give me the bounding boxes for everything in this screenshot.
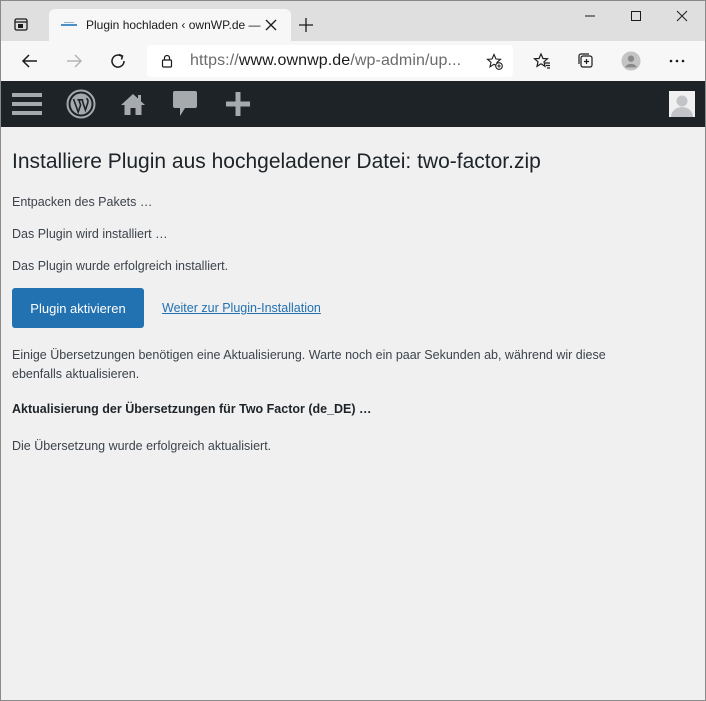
tab-title: Plugin hochladen ‹ ownWP.de —: [86, 18, 261, 32]
page-title: Installiere Plugin aus hochgeladener Dat…: [12, 150, 541, 173]
status-message-installing: Das Plugin wird installiert …: [12, 227, 168, 241]
browser-toolbar: https://www.ownwp.de/wp-admin/up...: [1, 41, 705, 81]
close-tab-icon[interactable]: [265, 19, 277, 31]
collections-icon[interactable]: [576, 51, 596, 71]
status-message-unpack: Entpacken des Pakets …: [12, 195, 153, 209]
menu-icon[interactable]: [11, 88, 43, 120]
comments-icon[interactable]: [170, 88, 200, 120]
url-scheme: https://: [190, 52, 239, 69]
close-window-icon[interactable]: [659, 1, 705, 31]
url-host: www.ownwp.de: [238, 52, 351, 69]
activate-plugin-button[interactable]: Plugin aktivieren: [12, 288, 144, 328]
translation-heading: Aktualisierung der Übersetzungen für Two…: [12, 402, 372, 416]
favorites-icon[interactable]: [532, 51, 552, 71]
address-bar[interactable]: https://www.ownwp.de/wp-admin/up...: [147, 45, 513, 77]
tab-bar: Plugin hochladen ‹ ownWP.de —: [1, 1, 705, 41]
url-text[interactable]: https://www.ownwp.de/wp-admin/up...: [190, 52, 475, 70]
continue-install-link[interactable]: Weiter zur Plugin-Installation: [162, 301, 321, 315]
wp-admin-bar: [1, 81, 705, 127]
new-content-icon[interactable]: [223, 88, 253, 120]
tab-actions-icon[interactable]: [11, 14, 31, 34]
home-icon[interactable]: [118, 88, 148, 120]
profile-icon[interactable]: [621, 51, 641, 71]
url-path: /wp-admin/up...: [350, 52, 462, 69]
window-controls: [567, 1, 705, 31]
forward-icon[interactable]: [64, 51, 84, 71]
add-favorite-icon[interactable]: [486, 53, 503, 70]
translation-success: Die Übersetzung wurde erfolgreich aktual…: [12, 439, 272, 453]
status-message-success: Das Plugin wurde erfolgreich installiert…: [12, 259, 229, 273]
refresh-icon[interactable]: [108, 51, 128, 71]
new-tab-icon[interactable]: [298, 17, 314, 33]
back-icon[interactable]: [20, 51, 40, 71]
wordpress-logo-icon[interactable]: [65, 88, 97, 120]
lock-icon[interactable]: [160, 54, 174, 68]
tab-active[interactable]: Plugin hochladen ‹ ownWP.de —: [49, 9, 291, 41]
more-icon[interactable]: [667, 51, 687, 71]
minimize-icon[interactable]: [567, 1, 613, 31]
maximize-icon[interactable]: [613, 1, 659, 31]
user-avatar[interactable]: [669, 91, 695, 117]
site-favicon-icon: [61, 22, 77, 26]
browser-window: Plugin hochladen ‹ ownWP.de — https://ww…: [0, 0, 706, 701]
translation-notice: Einige Übersetzungen benötigen eine Aktu…: [12, 348, 606, 381]
